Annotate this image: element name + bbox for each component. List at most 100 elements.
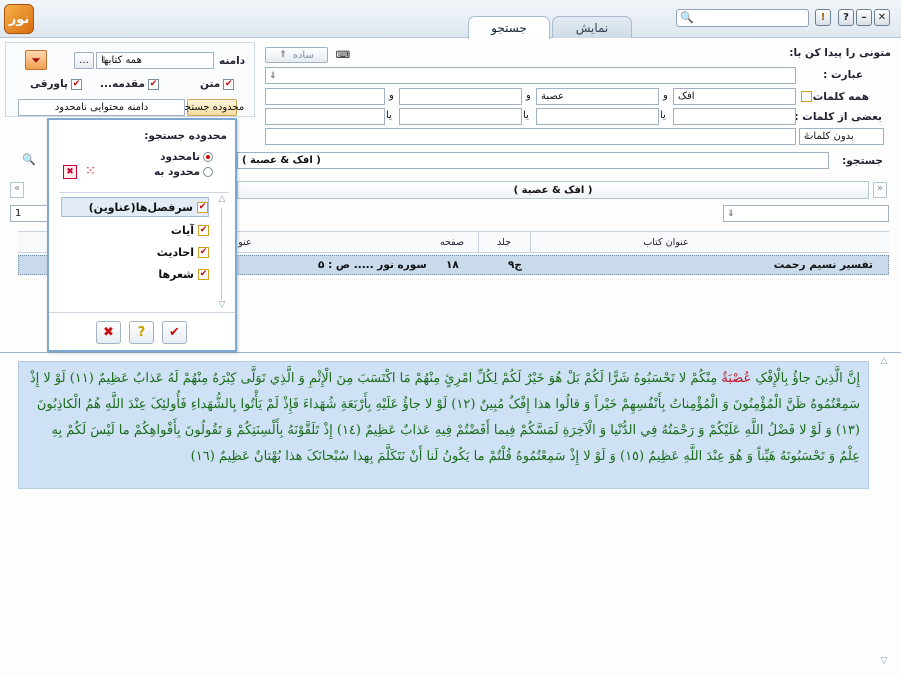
divider <box>49 312 235 313</box>
page-input[interactable]: 1 <box>10 205 50 222</box>
or-label: یا <box>660 110 666 121</box>
search-scope-button[interactable]: محدوده جستجو <box>180 99 244 116</box>
passage-text: إِنَّ الَّذِینَ جاؤُ بِالْإِفْکِ عُصْبَة… <box>18 361 869 489</box>
scroll-track[interactable] <box>221 208 222 300</box>
or-label: یا <box>523 110 529 121</box>
scroll-up-icon[interactable]: △ <box>217 194 227 204</box>
col-volume[interactable]: جلد <box>479 237 529 248</box>
all-words-input-1[interactable]: افک <box>673 88 796 105</box>
domain-select[interactable]: همه کتابها ⇓ <box>96 52 214 69</box>
search-icon[interactable]: 🔍 <box>22 153 36 166</box>
row-book-title: تفسیر نسیم رحمت <box>773 259 873 271</box>
check-footnote-box: ✔ <box>70 78 82 90</box>
and-label: و <box>526 90 531 101</box>
keyboard-icon[interactable]: ⌨ <box>335 47 351 63</box>
quick-search-input[interactable]: 🔍 <box>676 9 809 27</box>
all-words-checkbox[interactable] <box>801 91 812 102</box>
radio-limited-label: محدود به <box>153 166 200 178</box>
list-item[interactable]: ✔ شعرها <box>158 264 209 284</box>
check-intro-label: مقدمه... <box>100 78 145 90</box>
close-button[interactable]: ✕ <box>874 9 890 26</box>
no-words-input[interactable] <box>265 128 796 145</box>
list-item-label: شعرها <box>158 267 194 281</box>
no-words-select[interactable]: بدون کلمات ⇓ <box>799 128 884 145</box>
query-label: جستجو: <box>842 155 883 167</box>
dropdown-arrow-icon: ⇓ <box>727 208 735 219</box>
next-nav-button[interactable]: » <box>873 182 887 198</box>
phrase-label: عبارت : <box>823 69 863 81</box>
app-logo: نور <box>4 4 34 34</box>
scroll-down-icon[interactable]: ▽ <box>879 656 889 666</box>
radio-unlimited[interactable]: نامحدود <box>160 151 213 163</box>
some-words-input-3[interactable] <box>399 108 522 125</box>
check-text-box: ✔ <box>223 78 235 90</box>
list-item[interactable]: ✔ آیات <box>171 220 209 240</box>
radio-limited[interactable]: محدود به <box>154 166 213 178</box>
check-intro[interactable]: ✔ مقدمه... <box>100 78 159 90</box>
tab-search[interactable]: جستجو <box>468 16 550 39</box>
title-bar: نور جستجو نمایش 🔍 ! ? – ✕ <box>0 0 901 39</box>
col-book-title[interactable]: عنوان کتاب <box>531 237 801 248</box>
list-item-checkbox: ✔ <box>198 246 209 258</box>
all-words-input-3[interactable] <box>399 88 522 105</box>
deselect-all-icon[interactable]: ✖ <box>63 165 77 179</box>
radio-unlimited-label: نامحدود <box>160 151 200 163</box>
help-button[interactable]: ? <box>129 321 154 344</box>
passage-before: إِنَّ الَّذِینَ جاؤُ بِالْإِفْکِ <box>751 371 860 386</box>
some-words-input-1[interactable] <box>673 108 796 125</box>
radio-unlimited-dot <box>203 152 213 162</box>
scroll-down-icon[interactable]: ▽ <box>217 300 227 310</box>
list-item-label: احادیث <box>156 245 194 259</box>
some-words-input-2[interactable] <box>536 108 659 125</box>
double-chevron-up-icon: ⇑ <box>279 50 287 60</box>
results-filter-select[interactable]: ⇓ <box>723 205 889 222</box>
col-page[interactable]: صفحه <box>427 237 477 248</box>
list-item[interactable]: ✔ سرفصل‌ها(عناوین) <box>61 197 209 217</box>
mode-select[interactable]: ساده ⇑ <box>265 47 328 63</box>
all-words-label: همه کلمات : <box>804 91 869 103</box>
filter-icon[interactable]: ⏷ <box>25 50 47 70</box>
list-item-label: سرفصل‌ها(عناوین) <box>88 200 193 214</box>
search-icon: 🔍 <box>680 11 694 24</box>
check-text[interactable]: ✔ متن <box>200 78 235 90</box>
check-footnote-label: پاورقی <box>30 78 68 90</box>
popup-title: محدوده جستجو: <box>144 130 227 142</box>
list-item[interactable]: ✔ احادیث <box>157 242 209 262</box>
query-display: ( افک & عصبة ) <box>237 152 829 169</box>
content-scope-input: دامنه محتوایی نامحدود <box>18 99 185 116</box>
row-page: ۱۸ <box>446 259 459 271</box>
and-label: و <box>663 90 668 101</box>
minimize-button[interactable]: – <box>856 9 872 26</box>
all-words-input-4[interactable] <box>265 88 385 105</box>
ok-button[interactable]: ✔ <box>162 321 187 344</box>
or-label: یا <box>386 110 392 121</box>
splitter[interactable] <box>0 352 901 353</box>
passage-highlight: عُصْبَةٌ <box>721 371 752 386</box>
radio-limited-dot <box>203 167 213 177</box>
dropdown-arrow-icon: ⇓ <box>803 131 811 142</box>
some-words-input-4[interactable] <box>265 108 385 125</box>
dropdown-arrow-icon: ⇓ <box>100 55 108 66</box>
and-label: و <box>389 90 394 101</box>
select-all-icon[interactable]: ⁙ <box>85 164 96 179</box>
tab-view[interactable]: نمایش <box>552 16 632 38</box>
check-intro-box: ✔ <box>147 78 159 90</box>
mode-label: ساده <box>292 49 314 61</box>
prev-nav-button[interactable]: « <box>10 182 24 198</box>
more-button[interactable]: ... <box>74 52 94 69</box>
row-location: سوره نور ..... ص : ۵ <box>318 259 427 271</box>
dropdown-arrow-icon: ⇓ <box>269 70 277 81</box>
results-query-tab[interactable]: ( افک & عصبة ) <box>237 181 869 199</box>
info-button[interactable]: ! <box>815 9 831 26</box>
check-footnote[interactable]: ✔ پاورقی <box>30 78 82 90</box>
search-scope-popup: محدوده جستجو: نامحدود محدود به ✖ ⁙ ✔ سرف… <box>47 118 237 352</box>
cancel-button[interactable]: ✖ <box>96 321 121 344</box>
find-label: متونی را پیدا کن با: <box>789 47 891 59</box>
all-words-input-2[interactable]: عصبة <box>536 88 659 105</box>
check-text-label: متن <box>200 78 221 90</box>
scroll-up-icon[interactable]: △ <box>879 356 889 366</box>
column-divider <box>478 231 479 253</box>
phrase-input[interactable]: ⇓ <box>265 67 796 84</box>
list-item-checkbox: ✔ <box>198 268 209 280</box>
help-button[interactable]: ? <box>838 9 854 26</box>
